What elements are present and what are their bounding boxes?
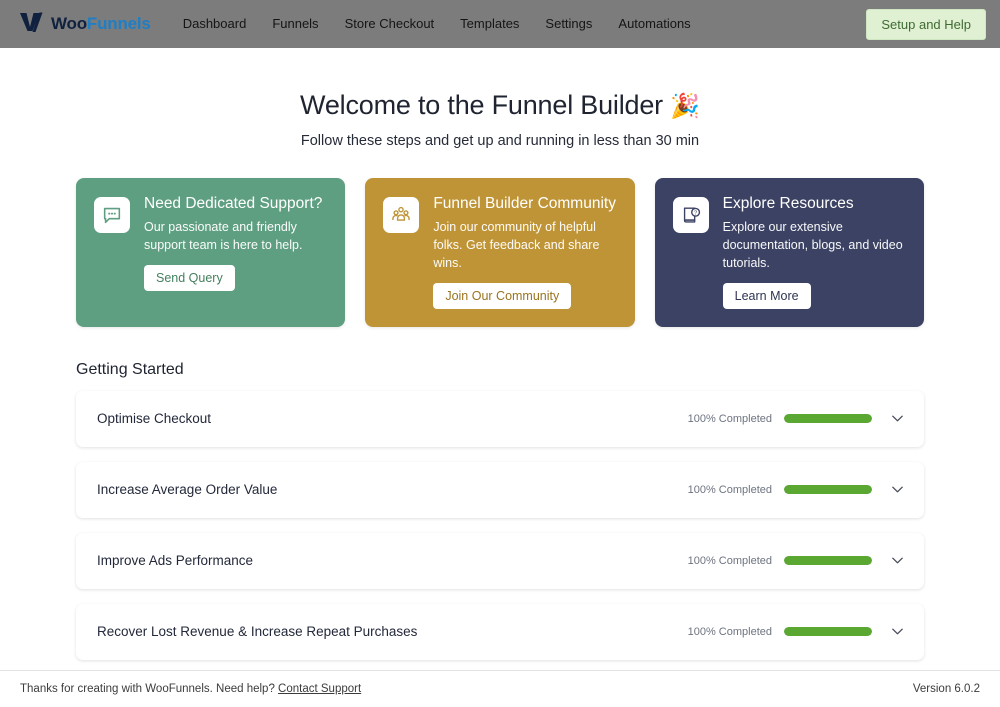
promo-card-title: Need Dedicated Support? <box>144 195 323 212</box>
chevron-down-icon[interactable] <box>888 623 906 641</box>
promo-card-body: Funnel Builder Community Join our commun… <box>433 195 616 309</box>
page-title-text: Welcome to the Funnel Builder <box>300 90 663 120</box>
progress-bar <box>784 556 872 566</box>
party-popper-icon: 🎉 <box>670 93 700 120</box>
dashboard-page: WooFunnels Dashboard Funnels Store Check… <box>0 0 1000 707</box>
nav-item-dashboard[interactable]: Dashboard <box>183 0 247 48</box>
progress-bar <box>784 627 872 637</box>
woofunnels-v-logo-icon <box>18 10 44 39</box>
promo-card-description: Explore our extensive documentation, blo… <box>722 219 903 270</box>
people-group-icon <box>383 197 420 233</box>
progress-bar-fill <box>784 627 872 637</box>
promo-card-resources: ? Explore Resources Explore our extensiv… <box>654 178 924 327</box>
promo-card-title: Explore Resources <box>722 195 854 212</box>
accordion-row-progress: 100% Completed <box>688 484 872 496</box>
join-our-community-button[interactable]: Join Our Community <box>433 282 572 309</box>
accordion-row-label: Increase Average Order Value <box>97 482 278 498</box>
promo-card-body: Need Dedicated Support? Our passionate a… <box>144 195 327 309</box>
accordion-row-label: Recover Lost Revenue & Increase Repeat P… <box>97 624 418 640</box>
chat-bubble-icon <box>94 197 130 233</box>
progress-label: 100% Completed <box>687 625 772 638</box>
footer-credit: Thanks for creating with WooFunnels. Nee… <box>20 683 361 695</box>
chevron-down-icon[interactable] <box>888 481 906 499</box>
setup-and-help-button[interactable]: Setup and Help <box>866 8 986 40</box>
promo-cards: Need Dedicated Support? Our passionate a… <box>76 178 924 327</box>
promo-card-title: Funnel Builder Community <box>433 195 616 212</box>
accordion-row-progress: 100% Completed <box>688 413 872 425</box>
progress-bar-fill <box>784 485 872 495</box>
brand-name: WooFunnels <box>51 14 151 34</box>
nav-item-funnels[interactable]: Funnels <box>272 0 318 48</box>
book-question-icon: ? <box>672 197 709 233</box>
nav-item-automations[interactable]: Automations <box>618 0 690 48</box>
accordion-row-label: Improve Ads Performance <box>97 553 254 569</box>
promo-card-body: Explore Resources Explore our extensive … <box>722 195 906 309</box>
page-footer: Thanks for creating with WooFunnels. Nee… <box>0 670 1000 707</box>
accordion-row-label: Optimise Checkout <box>97 411 212 427</box>
main-content: Welcome to the Funnel Builder 🎉 Follow t… <box>0 48 1000 670</box>
chevron-down-icon[interactable] <box>888 410 906 428</box>
brand-name-first: Woo <box>51 14 87 33</box>
accordion-row-recover-lost-revenue[interactable]: Recover Lost Revenue & Increase Repeat P… <box>76 603 924 660</box>
nav-items: Dashboard Funnels Store Checkout Templat… <box>183 0 867 48</box>
progress-label: 100% Completed <box>687 554 772 567</box>
chevron-down-icon[interactable] <box>888 552 906 570</box>
send-query-button[interactable]: Send Query <box>144 264 235 291</box>
contact-support-link[interactable]: Contact Support <box>278 683 361 695</box>
page-subtitle: Follow these steps and get up and runnin… <box>300 133 700 149</box>
promo-card-description: Join our community of helpful folks. Get… <box>433 219 600 270</box>
promo-card-community: Funnel Builder Community Join our commun… <box>365 178 635 327</box>
brand-logo[interactable]: WooFunnels <box>18 10 151 39</box>
promo-card-support: Need Dedicated Support? Our passionate a… <box>76 178 346 327</box>
brand-name-second: Funnels <box>86 14 151 33</box>
top-navigation-bar: WooFunnels Dashboard Funnels Store Check… <box>0 0 1000 48</box>
nav-item-store-checkout[interactable]: Store Checkout <box>345 0 435 48</box>
progress-label: 100% Completed <box>687 412 772 425</box>
accordion-row-progress: 100% Completed <box>688 626 872 638</box>
progress-label: 100% Completed <box>687 483 772 496</box>
progress-bar-fill <box>784 556 872 566</box>
progress-bar-fill <box>784 414 872 424</box>
page-title: Welcome to the Funnel Builder 🎉 <box>76 90 924 121</box>
accordion-row-increase-average-order-value[interactable]: Increase Average Order Value 100% Comple… <box>76 461 924 518</box>
nav-item-templates[interactable]: Templates <box>460 0 519 48</box>
accordion-row-improve-ads-performance[interactable]: Improve Ads Performance 100% Completed <box>76 532 924 589</box>
accordion-row-progress: 100% Completed <box>688 555 872 567</box>
version-label: Version 6.0.2 <box>912 683 980 695</box>
hero-section: Welcome to the Funnel Builder 🎉 Follow t… <box>76 48 924 149</box>
nav-item-settings[interactable]: Settings <box>545 0 592 48</box>
learn-more-button[interactable]: Learn More <box>722 282 811 309</box>
promo-card-description: Our passionate and friendly support team… <box>144 219 303 252</box>
getting-started-accordion: Optimise Checkout 100% Completed Increas… <box>76 390 924 660</box>
progress-bar <box>784 485 872 495</box>
progress-bar <box>784 414 872 424</box>
getting-started-title: Getting Started <box>76 360 184 378</box>
accordion-row-optimise-checkout[interactable]: Optimise Checkout 100% Completed <box>76 390 924 447</box>
footer-credit-text: Thanks for creating with WooFunnels. Nee… <box>20 683 275 695</box>
